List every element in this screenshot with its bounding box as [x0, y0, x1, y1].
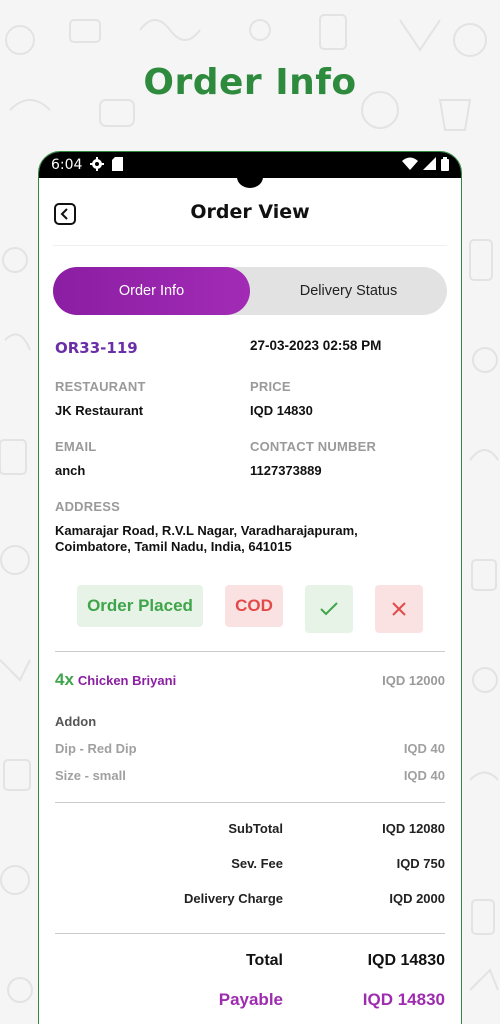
item-price: IQD 12000 — [382, 672, 445, 688]
subtotal-label: SubTotal — [228, 821, 283, 836]
back-button[interactable] — [54, 203, 76, 225]
restaurant-value: JK Restaurant — [55, 403, 144, 418]
check-icon — [320, 602, 338, 616]
tab-order-info[interactable]: Order Info — [53, 267, 250, 315]
payable-value: IQD 14830 — [362, 990, 445, 1009]
order-item: 4x Chicken Briyani IQD 12000 Addon Dip -… — [55, 670, 445, 783]
accept-button[interactable] — [305, 585, 353, 633]
delivery-charge-row: Delivery Charge IQD 2000 — [55, 891, 445, 906]
addon-price: IQD 40 — [403, 768, 445, 783]
tab-bar: Order Info Delivery Status — [53, 267, 447, 315]
service-fee-label: Sev. Fee — [231, 856, 283, 871]
status-bar: 6:04 — [39, 152, 461, 188]
addon-name: Size - small — [55, 768, 126, 783]
address-label: ADDRESS — [55, 499, 120, 514]
wifi-icon — [402, 157, 418, 173]
divider — [55, 933, 445, 934]
order-id: OR33-119 — [55, 339, 138, 357]
close-icon — [392, 602, 406, 616]
order-details: OR33-119 27-03-2023 02:58 PM RESTAURANT … — [39, 315, 461, 1010]
contact-value: 1127373889 — [250, 463, 322, 478]
phone-frame: 6:04 Order View Order Info Delivery Stat… — [38, 151, 462, 1024]
settings-icon — [90, 156, 105, 174]
service-fee-value: IQD 750 — [396, 856, 445, 871]
divider — [55, 651, 445, 652]
addon-price: IQD 40 — [403, 741, 445, 756]
order-status-badge: Order Placed — [77, 585, 203, 627]
addon-row: Size - small IQD 40 — [55, 768, 445, 783]
tab-delivery-status[interactable]: Delivery Status — [250, 267, 447, 315]
subtotal-value: IQD 12080 — [382, 821, 445, 836]
price-summary: SubTotal IQD 12080 Sev. Fee IQD 750 Deli… — [55, 821, 445, 906]
status-chips: Order Placed COD — [55, 585, 445, 633]
payment-method-badge: COD — [225, 585, 283, 627]
price-label: PRICE — [250, 379, 291, 394]
item-name: Chicken Briyani — [77, 672, 177, 688]
addon-name: Dip - Red Dip — [55, 741, 137, 756]
app-bar: Order View — [53, 178, 447, 246]
delivery-charge-value: IQD 2000 — [389, 891, 445, 906]
back-icon — [60, 208, 68, 220]
email-label: EMAIL — [55, 439, 97, 454]
price-value: IQD 14830 — [250, 403, 313, 418]
payable-label: Payable — [218, 990, 283, 1009]
page-title: Order View — [190, 200, 310, 223]
sd-card-icon — [112, 156, 124, 174]
order-datetime: 27-03-2023 02:58 PM — [250, 338, 382, 353]
total-label: Total — [245, 952, 283, 969]
contact-label: CONTACT NUMBER — [250, 439, 377, 454]
addon-row: Dip - Red Dip IQD 40 — [55, 741, 445, 756]
total-row: Total IQD 14830 — [55, 952, 445, 970]
reject-button[interactable] — [375, 585, 423, 633]
status-time: 6:04 — [51, 157, 83, 173]
payable-row: Payable IQD 14830 — [55, 990, 445, 1010]
divider — [55, 802, 445, 803]
email-value: anch — [55, 463, 86, 478]
delivery-charge-label: Delivery Charge — [184, 891, 283, 906]
address-value: Kamarajar Road, R.V.L Nagar, Varadharaja… — [55, 523, 358, 554]
battery-icon — [441, 156, 449, 174]
signal-icon — [423, 157, 436, 173]
hero-title: Order Info — [143, 62, 357, 103]
item-quantity: 4x — [55, 670, 74, 689]
subtotal-row: SubTotal IQD 12080 — [55, 821, 445, 836]
total-value: IQD 14830 — [367, 952, 445, 969]
addon-title: Addon — [55, 714, 97, 729]
service-fee-row: Sev. Fee IQD 750 — [55, 856, 445, 871]
restaurant-label: RESTAURANT — [55, 379, 146, 394]
